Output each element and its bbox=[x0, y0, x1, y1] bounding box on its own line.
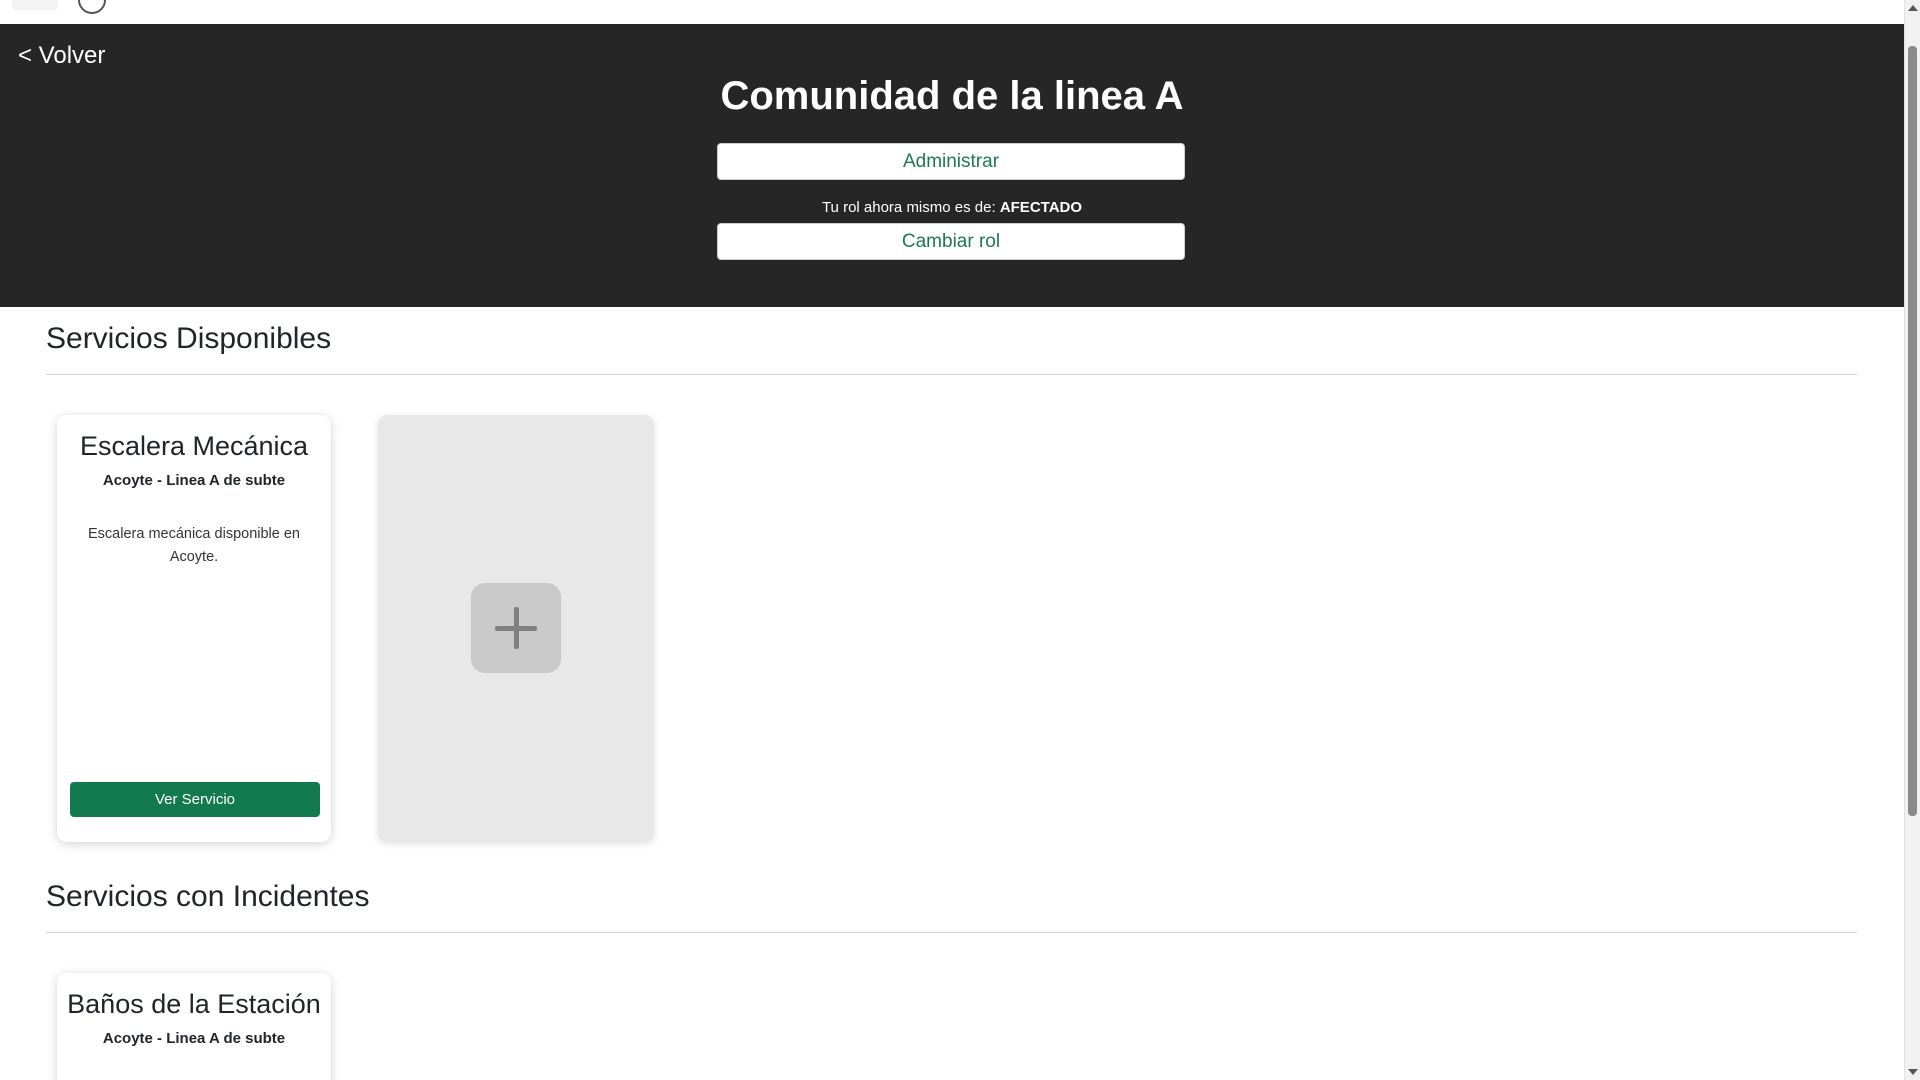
service-card: Escalera Mecánica Acoyte - Linea A de su… bbox=[57, 415, 331, 842]
divider bbox=[46, 932, 1857, 933]
admin-button[interactable]: Administrar bbox=[717, 143, 1185, 180]
available-services-title: Servicios Disponibles bbox=[46, 322, 332, 355]
scroll-up-arrow-icon[interactable] bbox=[1908, 5, 1918, 11]
menu-toggle-button[interactable] bbox=[12, 0, 58, 10]
incident-services-title: Servicios con Incidentes bbox=[46, 880, 370, 913]
service-card-title: Baños de la Estación bbox=[67, 989, 321, 1019]
page: < Volver Comunidad de la linea A Adminis… bbox=[0, 0, 1920, 1080]
add-service-card[interactable] bbox=[378, 415, 654, 842]
scrollbar-thumb[interactable] bbox=[1908, 46, 1917, 816]
role-status: Tu rol ahora mismo es de: AFECTADO bbox=[0, 199, 1904, 216]
service-card-subtitle: Acoyte - Linea A de subte bbox=[102, 472, 286, 489]
role-prefix: Tu rol ahora mismo es de: bbox=[821, 199, 996, 216]
top-navbar bbox=[0, 0, 1904, 25]
page-title: Comunidad de la linea A bbox=[720, 74, 1184, 118]
service-card-subtitle: Acoyte - Linea A de subte bbox=[102, 1030, 286, 1047]
community-header: < Volver Comunidad de la linea A Adminis… bbox=[0, 24, 1904, 307]
service-card-description: Escalera mecánica disponible en Acoyte. bbox=[88, 526, 300, 565]
incident-service-card: Baños de la Estación Acoyte - Linea A de… bbox=[57, 973, 331, 1080]
scroll-down-arrow-icon[interactable] bbox=[1908, 1069, 1918, 1075]
logo-icon[interactable] bbox=[78, 0, 106, 14]
change-role-button[interactable]: Cambiar rol bbox=[717, 223, 1185, 260]
service-card-title: Escalera Mecánica bbox=[79, 431, 309, 461]
role-value: AFECTADO bbox=[999, 199, 1083, 216]
plus-icon[interactable] bbox=[471, 583, 561, 673]
back-link[interactable]: < Volver bbox=[18, 42, 105, 70]
divider bbox=[46, 374, 1857, 375]
vertical-scrollbar[interactable] bbox=[1904, 0, 1920, 1080]
view-service-button[interactable]: Ver Servicio bbox=[70, 782, 320, 817]
